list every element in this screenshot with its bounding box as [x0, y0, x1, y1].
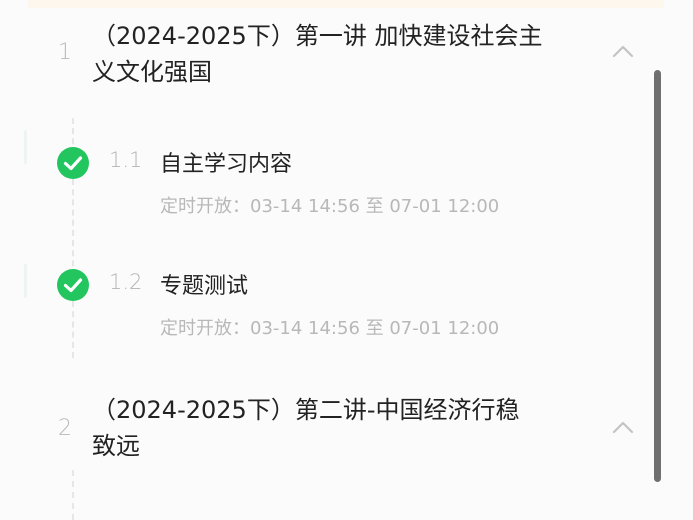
vertical-scrollbar[interactable]: [654, 70, 661, 482]
chapter-title-line: （2024-2025下）第二讲-中国经济行稳: [92, 396, 520, 424]
section-number: 1.2: [109, 270, 143, 294]
section-schedule: 定时开放：03-14 14:56 至 07-01 12:00: [160, 196, 500, 217]
timeline-connector: [72, 470, 74, 520]
chapter-title[interactable]: （2024-2025下）第一讲 加快建设社会主 义文化强国: [92, 18, 602, 90]
top-banner-edge: [28, 0, 664, 8]
chapter-title-line: 义文化强国: [92, 58, 212, 86]
section-schedule: 定时开放：03-14 14:56 至 07-01 12:00: [160, 318, 500, 339]
card-edge-accent: [24, 264, 27, 298]
chapter-number: 2: [58, 416, 72, 441]
chevron-up-icon[interactable]: [612, 420, 634, 434]
chapter-title[interactable]: （2024-2025下）第二讲-中国经济行稳 致远: [92, 392, 602, 464]
section-number: 1.1: [109, 148, 143, 172]
chevron-up-icon[interactable]: [612, 44, 634, 58]
check-circle-icon: [57, 269, 89, 301]
section-1-1[interactable]: 1.1 自主学习内容 定时开放：03-14 14:56 至 07-01 12:0…: [56, 146, 616, 226]
section-title[interactable]: 自主学习内容: [160, 146, 292, 178]
check-circle-icon: [57, 147, 89, 179]
section-title[interactable]: 专题测试: [160, 268, 248, 300]
card-edge-accent: [24, 130, 27, 164]
chapter-title-line: 致远: [92, 432, 140, 460]
chapter-number: 1: [58, 40, 72, 65]
section-1-2[interactable]: 1.2 专题测试 定时开放：03-14 14:56 至 07-01 12:00: [56, 268, 616, 348]
chapter-title-line: （2024-2025下）第一讲 加快建设社会主: [92, 22, 543, 50]
course-outline-page: 1 （2024-2025下）第一讲 加快建设社会主 义文化强国 1.1 自主学习…: [0, 0, 693, 520]
